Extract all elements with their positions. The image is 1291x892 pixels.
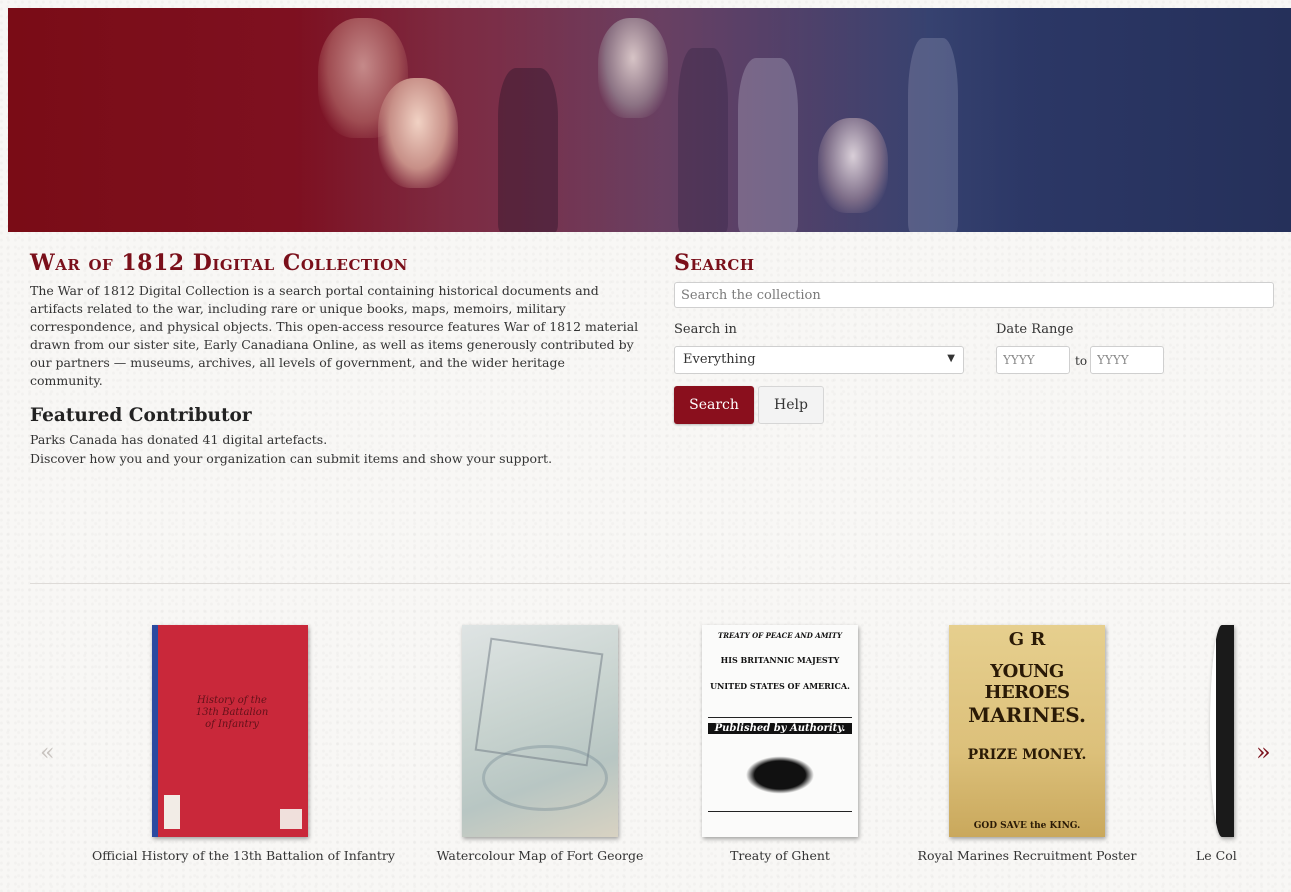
carousel-next-button[interactable]: » xyxy=(1256,738,1271,766)
search-heading: Search xyxy=(674,250,755,276)
treaty-rule xyxy=(708,811,852,812)
carousel-prev-button[interactable]: « xyxy=(40,738,55,766)
poster-text: YOUNG HEROES xyxy=(984,661,1070,703)
featured-contributor-text: Parks Canada has donated 41 digital arte… xyxy=(30,432,328,447)
banner-portrait xyxy=(818,118,888,213)
search-button[interactable]: Search xyxy=(674,386,754,424)
section-divider xyxy=(30,583,1290,584)
search-in-label: Search in xyxy=(674,322,737,337)
date-to-separator: to xyxy=(1075,354,1088,368)
date-from-input[interactable] xyxy=(996,346,1070,374)
search-panel: Search Search in Date Range Everything ▼… xyxy=(674,248,1286,424)
about-section: War of 1812 Digital Collection The War o… xyxy=(30,248,640,468)
search-in-value: Everything xyxy=(683,352,756,367)
date-range-label: Date Range xyxy=(996,322,1074,337)
item-thumbnail[interactable] xyxy=(462,625,618,837)
item-thumbnail[interactable]: History of the 13th Battalion of Infantr… xyxy=(152,625,308,837)
featured-carousel: « History of the 13th Battalion of Infan… xyxy=(0,610,1291,892)
date-to-input[interactable] xyxy=(1090,346,1164,374)
book-spine-label xyxy=(164,795,180,829)
map-river xyxy=(482,745,608,811)
treaty-text: TREATY OF PEACE AND AMITY xyxy=(718,631,842,640)
dropdown-arrow-icon: ▼ xyxy=(947,353,955,364)
header-banner xyxy=(8,8,1291,232)
help-button[interactable]: Help xyxy=(758,386,824,424)
treaty-text: HIS BRITANNIC MAJESTY xyxy=(720,655,840,665)
item-caption[interactable]: Royal Marines Recruitment Poster xyxy=(889,848,1165,863)
item-caption[interactable]: Le Col xyxy=(1196,848,1237,863)
search-input[interactable] xyxy=(674,282,1274,308)
poster-text: G R xyxy=(1008,629,1046,650)
banner-artwork xyxy=(298,8,1028,232)
item-caption[interactable]: Watercolour Map of Fort George xyxy=(402,848,678,863)
item-thumbnail[interactable]: G R YOUNG HEROES MARINES. PRIZE MONEY. G… xyxy=(949,625,1105,837)
banner-figure xyxy=(498,68,558,232)
treaty-text: UNITED STATES OF AMERICA. xyxy=(710,681,850,691)
banner-figure xyxy=(908,38,958,232)
banner-figure xyxy=(678,48,728,232)
search-in-select[interactable]: Everything ▼ xyxy=(674,346,964,374)
banner-figure xyxy=(738,58,798,232)
book-cover-text: History of the 13th Battalion of Infantr… xyxy=(195,695,269,730)
treaty-rule xyxy=(708,717,852,718)
royal-crest-icon xyxy=(740,753,820,797)
poster-text: GOD SAVE the KING. xyxy=(973,821,1081,831)
site-title: War of 1812 Digital Collection xyxy=(30,250,408,276)
item-caption[interactable]: Treaty of Ghent xyxy=(642,848,918,863)
treaty-text: Published by Authority. xyxy=(708,723,852,734)
poster-text: PRIZE MONEY. xyxy=(967,747,1087,763)
item-thumbnail[interactable]: TREATY OF PEACE AND AMITY HIS BRITANNIC … xyxy=(702,625,858,837)
submit-items-text: Discover how you and your organization c… xyxy=(30,451,553,466)
item-thumbnail[interactable] xyxy=(1210,625,1234,837)
intro-text: The War of 1812 Digital Collection is a … xyxy=(30,283,639,388)
banner-portrait xyxy=(378,78,458,188)
banner-portrait xyxy=(598,18,668,118)
book-corner-label xyxy=(280,809,302,829)
poster-text: MARINES. xyxy=(968,703,1086,727)
item-caption[interactable]: Official History of the 13th Battalion o… xyxy=(92,848,395,863)
featured-contributor-heading: Featured Contributor xyxy=(30,405,252,426)
